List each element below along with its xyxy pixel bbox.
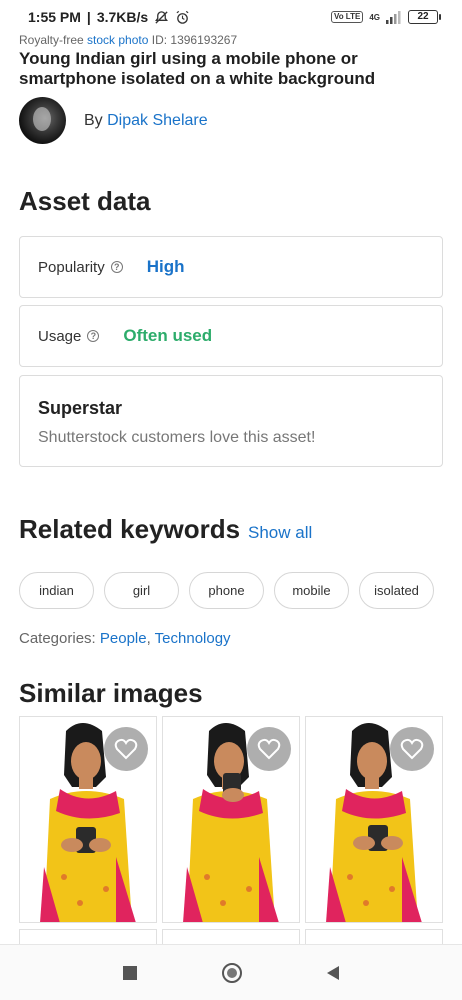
similar-images-heading: Similar images — [19, 678, 203, 708]
stock-photo-link[interactable]: stock photo — [87, 33, 148, 47]
meta-prefix: Royalty-free — [19, 33, 88, 47]
status-divider: | — [86, 9, 91, 25]
keyword-chip[interactable]: mobile — [274, 572, 349, 609]
asset-data-heading: Asset data — [19, 186, 151, 216]
asset-meta-line: Royalty-free stock photo ID: 1396193267 — [19, 33, 237, 47]
heart-icon — [257, 738, 281, 760]
recents-square-icon[interactable] — [122, 965, 137, 980]
related-keywords-heading: Related keywords — [19, 514, 241, 544]
keyword-chip[interactable]: girl — [104, 572, 179, 609]
popularity-label: Popularity — [38, 258, 105, 276]
author-byline: By Dipak Shelare — [84, 112, 208, 130]
usage-value: Often used — [123, 326, 213, 345]
similar-image-thumbnail[interactable] — [162, 716, 300, 923]
keyword-chip[interactable]: phone — [189, 572, 264, 609]
status-left: 1:55 PM | 3.7KB/s — [28, 9, 190, 25]
category-link-technology[interactable]: Technology — [155, 630, 231, 647]
author-avatar[interactable] — [19, 97, 66, 144]
category-separator: , — [146, 630, 155, 647]
status-speed: 3.7KB/s — [96, 9, 149, 25]
system-nav-bar — [0, 944, 462, 1000]
superstar-card: Superstar Shutterstock customers love th… — [19, 375, 443, 467]
asset-id: ID: 1396193267 — [148, 33, 238, 47]
alarm-icon — [176, 10, 189, 24]
superstar-title: Superstar — [38, 398, 123, 418]
status-time: 1:55 PM — [28, 9, 81, 25]
category-link-people[interactable]: People — [100, 630, 147, 647]
keyword-chips: indian girl phone mobile isolated — [19, 572, 434, 609]
asset-title: Young Indian girl using a mobile phone o… — [19, 49, 376, 88]
home-circle-icon[interactable] — [221, 962, 242, 983]
keyword-chip[interactable]: indian — [19, 572, 94, 609]
similar-image-thumbnail[interactable] — [305, 716, 443, 923]
heart-icon — [114, 738, 138, 760]
status-right: Vo LTE 4G 22 — [330, 10, 441, 24]
author-prefix: By — [84, 111, 108, 129]
usage-label-row: Usage ? — [38, 327, 100, 345]
author-name-link[interactable]: Dipak Shelare — [107, 112, 208, 129]
popularity-label-row: Popularity ? — [38, 259, 123, 276]
help-icon[interactable]: ? — [87, 330, 100, 342]
status-bar: 1:55 PM | 3.7KB/s Vo LTE 4G 22 — [0, 0, 462, 34]
signal-icon — [386, 10, 401, 24]
author-row: By Dipak Shelare — [19, 97, 208, 144]
favorite-button[interactable] — [390, 727, 434, 771]
categories-line: Categories: People, Technology — [19, 630, 231, 647]
similar-image-thumbnail[interactable] — [19, 716, 157, 923]
help-icon[interactable]: ? — [110, 261, 123, 273]
volte-badge: Vo LTE — [330, 11, 364, 23]
categories-label: Categories: — [19, 630, 100, 647]
favorite-button[interactable] — [247, 727, 291, 771]
popularity-value: High — [146, 257, 185, 276]
usage-label: Usage — [38, 327, 82, 345]
heart-icon — [400, 738, 424, 760]
favorite-button[interactable] — [104, 727, 148, 771]
battery-icon: 22 — [408, 10, 441, 24]
network-type: 4G — [369, 12, 380, 22]
popularity-card: Popularity ? High — [19, 236, 443, 298]
keyword-chip[interactable]: isolated — [359, 572, 434, 609]
bell-off-icon — [155, 10, 169, 24]
back-triangle-icon[interactable] — [327, 965, 340, 980]
usage-card: Usage ? Often used — [19, 305, 443, 367]
superstar-description: Shutterstock customers love this asset! — [38, 429, 316, 446]
show-all-link[interactable]: Show all — [248, 523, 312, 543]
